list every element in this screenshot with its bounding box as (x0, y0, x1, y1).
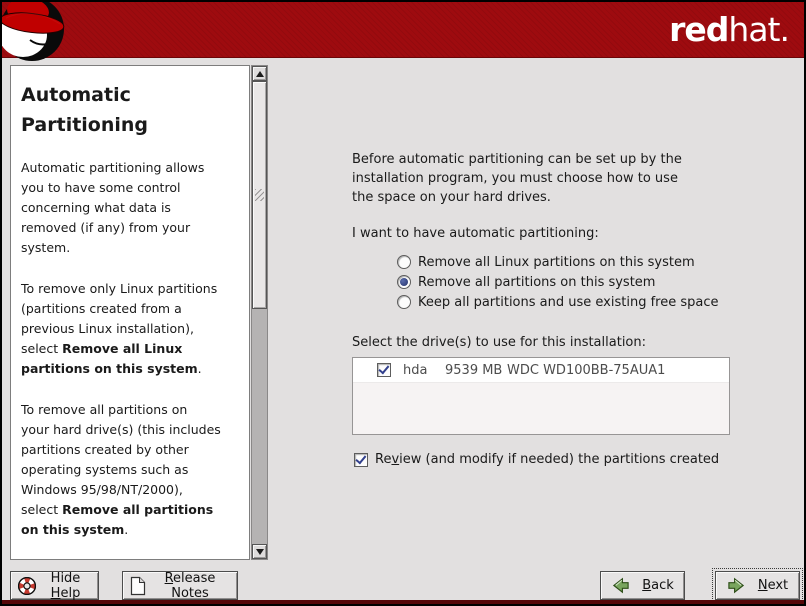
help-title: Automatic Partitioning (21, 80, 245, 140)
next-label: Next (758, 578, 788, 593)
document-icon (129, 576, 147, 596)
scroll-up-button[interactable] (252, 66, 267, 81)
scroll-down-button[interactable] (252, 544, 267, 559)
radio-label: Keep all partitions and use existing fre… (418, 295, 718, 310)
review-checkbox[interactable] (354, 453, 368, 467)
header-banner: redhat. (2, 2, 804, 58)
arrow-up-icon (256, 71, 264, 77)
redhat-shadowman-logo-icon (2, 2, 74, 64)
radio-icon[interactable] (397, 295, 411, 309)
partitioning-options: Remove all Linux partitions on this syst… (397, 252, 752, 312)
arrow-down-icon (256, 549, 264, 555)
help-scrollbar[interactable] (251, 65, 268, 560)
radio-option-keep-all[interactable]: Keep all partitions and use existing fre… (397, 292, 752, 312)
release-notes-label: Release Notes (149, 571, 231, 601)
radio-label: Remove all Linux partitions on this syst… (418, 255, 695, 270)
check-icon (355, 452, 366, 464)
lifebuoy-icon (17, 576, 37, 596)
review-checkbox-row[interactable]: Review (and modify if needed) the partit… (352, 452, 752, 467)
drive-list[interactable]: hda 9539 MB WDC WD100BB-75AUA1 (352, 357, 730, 435)
intro-text: Before automatic partitioning can be set… (352, 150, 752, 207)
partitioning-prompt: I want to have automatic partitioning: (352, 224, 752, 243)
drive-device: hda (403, 363, 445, 378)
next-button[interactable]: Next (715, 571, 800, 600)
drive-row-hda[interactable]: hda 9539 MB WDC WD100BB-75AUA1 (353, 358, 729, 383)
help-paragraph-2: To remove only Linux partitions (partiti… (21, 279, 245, 379)
radio-selected-icon[interactable] (397, 275, 411, 289)
back-button[interactable]: Back (600, 571, 685, 600)
installer-window: redhat. Automatic Partitioning Automatic… (0, 0, 806, 606)
arrow-right-icon (727, 576, 746, 595)
hide-help-label: Hide Help (39, 571, 92, 601)
drives-select-label: Select the drive(s) to use for this inst… (352, 333, 752, 352)
check-icon (378, 363, 389, 375)
drive-checkbox[interactable] (377, 363, 391, 377)
wordmark-red: red (669, 10, 728, 49)
release-notes-button[interactable]: Release Notes (122, 571, 238, 600)
help-panel: Automatic Partitioning Automatic partiti… (10, 65, 250, 560)
drive-size: 9539 MB (445, 363, 507, 378)
radio-icon[interactable] (397, 255, 411, 269)
main-content: Before automatic partitioning can be set… (352, 142, 752, 467)
wordmark-hat: hat (728, 10, 779, 49)
radio-option-remove-all[interactable]: Remove all partitions on this system (397, 272, 752, 292)
redhat-wordmark: redhat. (669, 10, 789, 50)
help-paragraph-1: Automatic partitioning allows you to hav… (21, 158, 245, 258)
radio-option-remove-linux[interactable]: Remove all Linux partitions on this syst… (397, 252, 752, 272)
help-paragraph-3: To remove all partitions on your hard dr… (21, 400, 245, 540)
radio-label: Remove all partitions on this system (418, 275, 655, 290)
hide-help-button[interactable]: Hide Help (10, 571, 99, 600)
wordmark-dot: . (780, 10, 790, 49)
review-label: Review (and modify if needed) the partit… (375, 452, 719, 467)
arrow-left-icon (611, 576, 630, 595)
scroll-thumb[interactable] (252, 81, 267, 309)
back-label: Back (642, 578, 674, 593)
drive-model: WDC WD100BB-75AUA1 (507, 363, 665, 378)
